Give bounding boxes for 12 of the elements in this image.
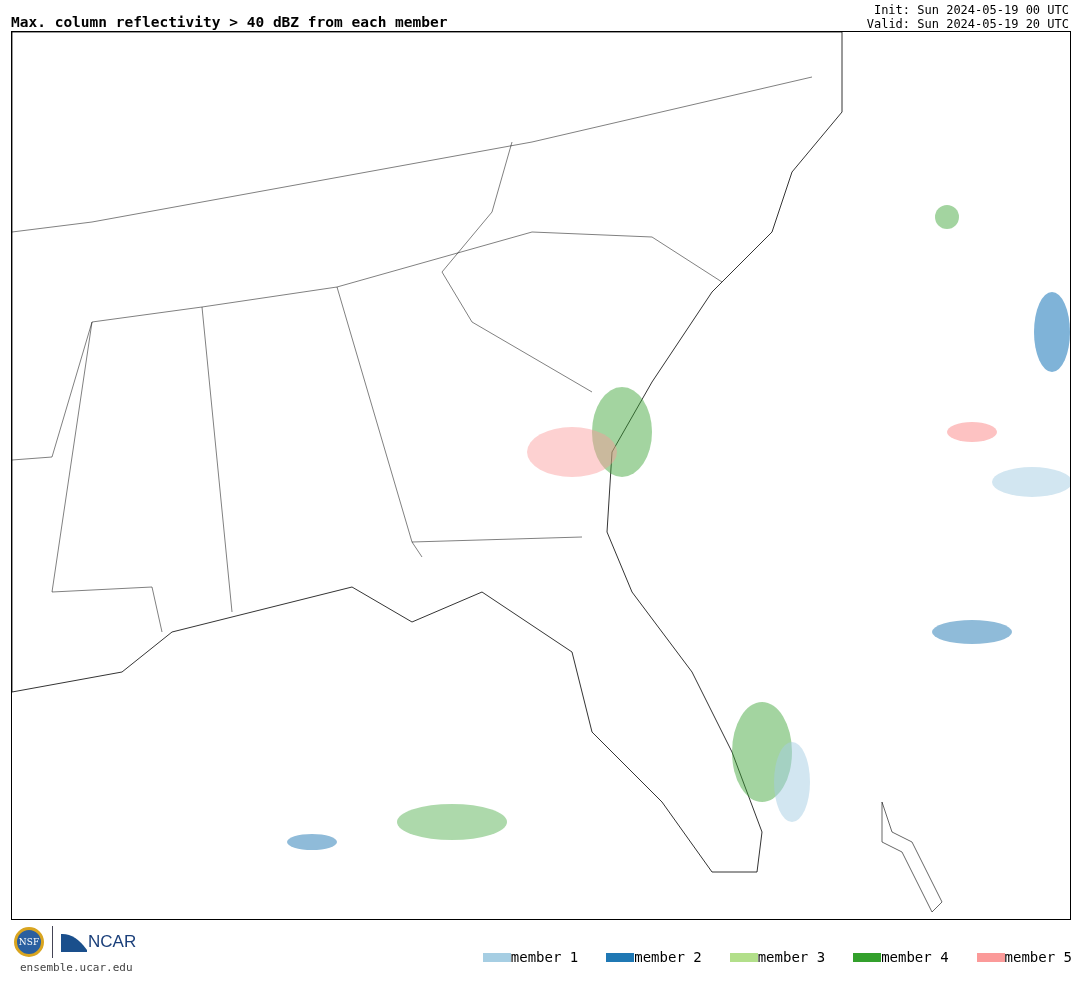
legend-label: member 5 bbox=[1004, 949, 1072, 965]
legend-label: member 3 bbox=[757, 949, 826, 965]
legend-label: member 2 bbox=[634, 949, 702, 965]
nsf-logo: NSF bbox=[14, 927, 44, 957]
valid-time: Valid: Sun 2024-05-19 20 UTC bbox=[866, 17, 1069, 31]
website-url: ensemble.ucar.edu bbox=[20, 961, 133, 974]
init-time: Init: Sun 2024-05-19 00 UTC bbox=[873, 3, 1069, 17]
ncar-logo-icon bbox=[61, 932, 87, 952]
legend-label: member 4 bbox=[881, 949, 949, 965]
ncar-logo: NCAR bbox=[88, 932, 137, 952]
chart-title: Max. column reflectivity > 40 dBZ from each member bbox=[11, 13, 448, 31]
legend-label: member 1 bbox=[510, 949, 579, 965]
